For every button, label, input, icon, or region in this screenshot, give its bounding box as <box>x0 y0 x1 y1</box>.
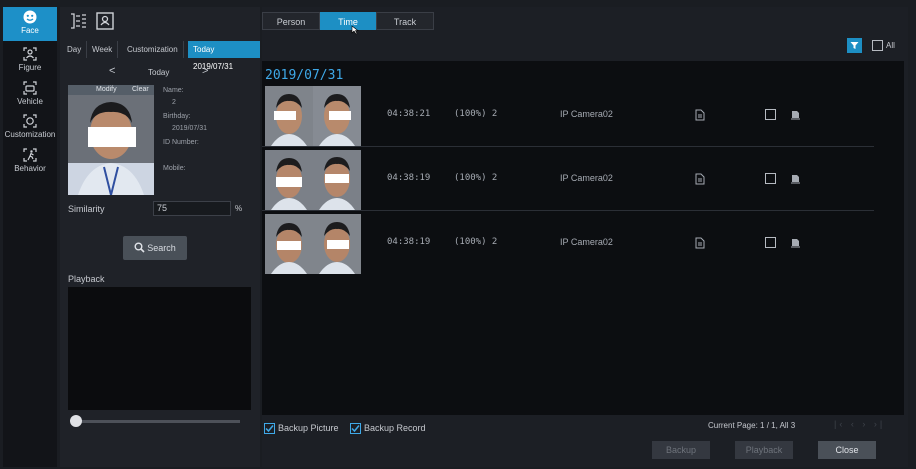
playback-video[interactable] <box>68 287 251 410</box>
nav-label: Face <box>21 26 39 35</box>
capture-time: 04:38:21 <box>387 109 431 119</box>
similarity-unit: % <box>235 204 243 213</box>
nav-item-vehicle[interactable]: Vehicle <box>3 78 57 112</box>
filter-icon <box>850 42 859 49</box>
modify-button[interactable]: Modify <box>96 86 117 93</box>
target-face-thumbnail: Modify Clear <box>68 85 154 195</box>
similarity-score: (100%) 2 <box>454 173 498 183</box>
search-button-label: Search <box>147 243 176 253</box>
search-button[interactable]: Search <box>123 236 187 260</box>
face-icon <box>23 10 37 24</box>
playback-label: Playback <box>68 274 105 284</box>
camera-name: IP Camera02 <box>560 173 613 183</box>
checkmark-icon <box>351 425 360 433</box>
list-item[interactable]: 04:38:19 (100%) 2 IP Camera02 <box>262 148 874 211</box>
nav-label: Figure <box>18 63 42 72</box>
snapshot-thumbnail[interactable] <box>265 214 361 274</box>
pagination-info: Current Page: 1 / 1, All 3 <box>708 421 796 430</box>
similarity-score: (100%) 2 <box>454 237 498 247</box>
date-nav-label: Today <box>148 68 170 77</box>
name-label: Name: <box>163 87 184 94</box>
figure-icon <box>23 47 37 61</box>
nav-label: Behavior <box>14 164 46 173</box>
backup-icon[interactable] <box>790 237 801 248</box>
row-checkbox[interactable] <box>765 109 776 120</box>
backup-button[interactable]: Backup <box>652 441 710 459</box>
playback-button[interactable]: Playback <box>735 441 793 459</box>
similarity-label: Similarity <box>68 204 105 214</box>
list-item[interactable]: 04:38:21 (100%) 2 IP Camera02 <box>262 84 874 147</box>
similarity-score: (100%) 2 <box>454 109 498 119</box>
face-snapshot <box>265 86 361 146</box>
left-nav: Face Figure Vehicle Customization Behavi… <box>3 7 57 467</box>
range-today[interactable]: Today 2019/07/31 <box>188 41 260 71</box>
behavior-icon <box>23 148 37 162</box>
row-checkbox[interactable] <box>765 237 776 248</box>
capture-time: 04:38:19 <box>387 173 431 183</box>
birthday-label: Birthday: <box>163 113 191 120</box>
backup-icon[interactable] <box>790 109 801 120</box>
close-button[interactable]: Close <box>818 441 876 459</box>
list-item[interactable]: 04:38:19 (100%) 2 IP Camera02 <box>262 212 874 275</box>
backup-picture-checkbox[interactable] <box>264 423 275 434</box>
filter-button[interactable] <box>847 38 862 53</box>
range-week[interactable]: Week <box>87 41 119 58</box>
search-panel: Day Week Customization Today 2019/07/31 … <box>60 7 260 467</box>
range-customization[interactable]: Customization <box>122 41 184 58</box>
face-snapshot <box>265 214 361 274</box>
document-icon[interactable] <box>695 173 705 185</box>
nav-label: Vehicle <box>17 97 43 106</box>
date-group-title: 2019/07/31 <box>265 68 344 83</box>
face-snapshot <box>265 150 361 210</box>
capture-time: 04:38:19 <box>387 237 431 247</box>
tab-time[interactable]: Time <box>320 12 376 30</box>
results-panel: Person Time Track All 2019/07/31 04:38:2… <box>262 7 908 467</box>
pagination-controls[interactable]: |‹ ‹ › ›| <box>834 419 885 429</box>
search-icon <box>134 242 145 253</box>
document-icon[interactable] <box>695 109 705 121</box>
birthday-value: 2019/07/31 <box>172 125 208 132</box>
tab-person[interactable]: Person <box>262 12 320 30</box>
nav-item-behavior[interactable]: Behavior <box>3 145 57 179</box>
nav-item-face[interactable]: Face <box>3 7 57 41</box>
nav-item-figure[interactable]: Figure <box>3 44 57 78</box>
list-view-icon[interactable] <box>68 11 88 31</box>
snapshot-thumbnail[interactable] <box>265 86 361 146</box>
backup-record-label: Backup Record <box>364 423 426 433</box>
backup-icon[interactable] <box>790 173 801 184</box>
backup-picture-label: Backup Picture <box>278 423 339 433</box>
mouse-cursor-icon <box>351 25 359 35</box>
camera-name: IP Camera02 <box>560 109 613 119</box>
vehicle-icon <box>23 81 37 95</box>
playback-slider-handle[interactable] <box>70 415 82 427</box>
nav-label: Customization <box>4 130 56 139</box>
playback-slider-track[interactable] <box>74 420 240 423</box>
person-photo <box>68 85 154 195</box>
next-day-button[interactable]: > <box>202 65 208 77</box>
checkmark-icon <box>265 425 274 433</box>
camera-name: IP Camera02 <box>560 237 613 247</box>
face-search-icon[interactable] <box>95 11 115 31</box>
tab-track[interactable]: Track <box>376 12 434 30</box>
id-number-label: ID Number: <box>163 139 199 146</box>
similarity-input[interactable]: 75 <box>153 201 231 216</box>
mobile-label: Mobile: <box>163 165 186 172</box>
snapshot-thumbnail[interactable] <box>265 150 361 210</box>
customization-icon <box>23 114 37 128</box>
thumbnail-toolbar: Modify Clear <box>68 85 154 95</box>
row-checkbox[interactable] <box>765 173 776 184</box>
prev-day-button[interactable]: < <box>109 65 115 77</box>
range-day[interactable]: Day <box>62 41 88 58</box>
select-all-label: All <box>886 41 895 50</box>
nav-item-customization[interactable]: Customization <box>3 111 57 145</box>
select-all-checkbox[interactable] <box>872 40 883 51</box>
document-icon[interactable] <box>695 237 705 249</box>
clear-button[interactable]: Clear <box>132 86 149 93</box>
name-value: 2 <box>172 99 176 106</box>
results-list: 2019/07/31 04:38:21 (100%) 2 IP Camera02… <box>262 61 904 415</box>
backup-record-checkbox[interactable] <box>350 423 361 434</box>
